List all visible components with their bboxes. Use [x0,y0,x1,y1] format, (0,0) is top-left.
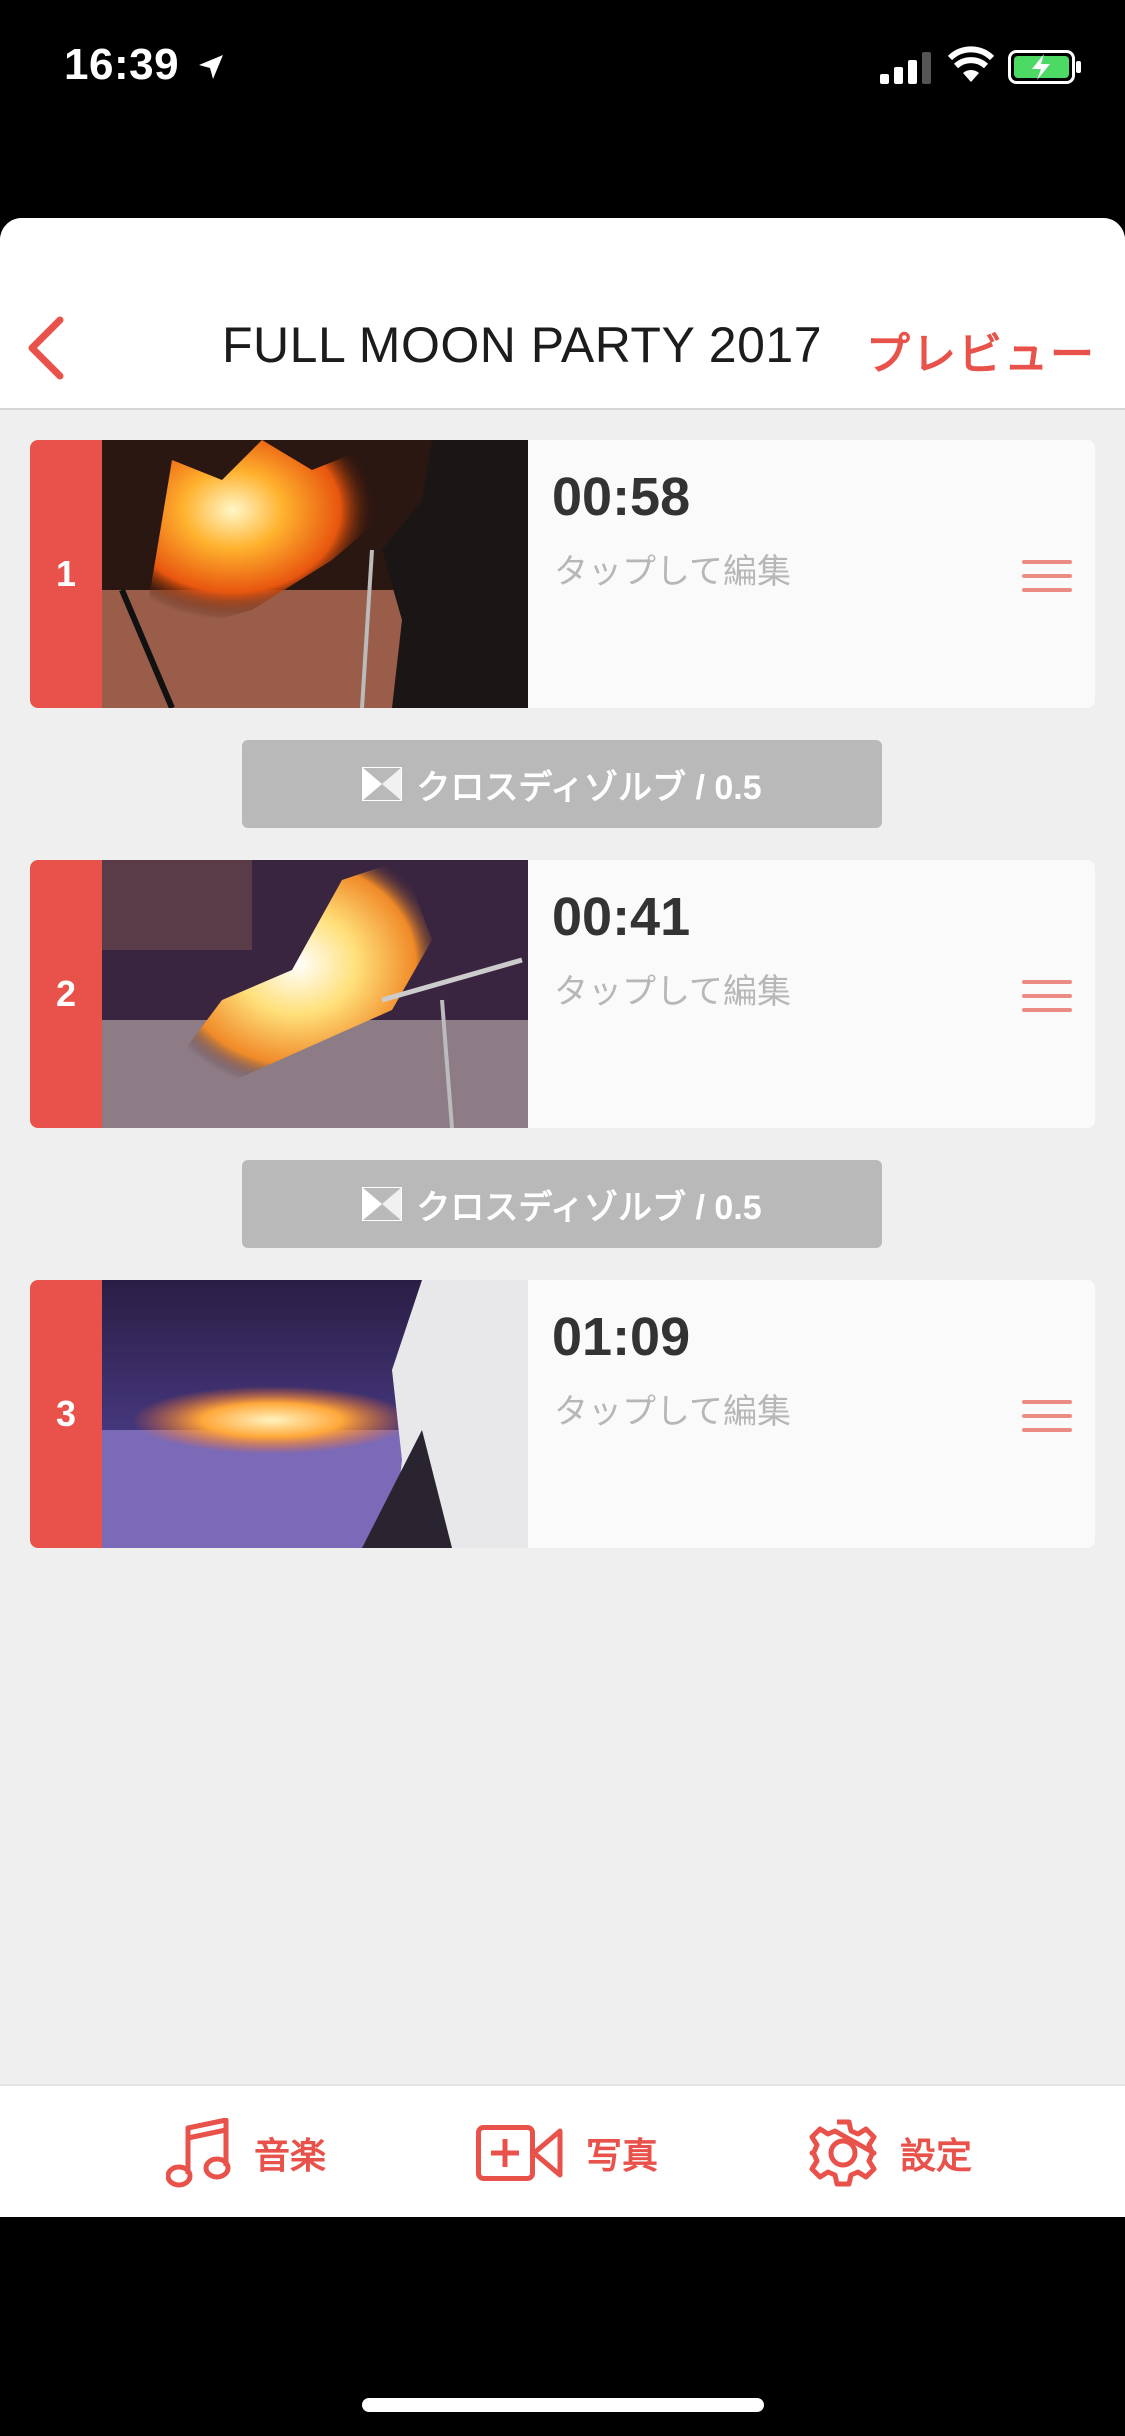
add-photo-button[interactable]: 写真 [476,2086,658,2217]
signal-icon [880,52,931,84]
preview-button[interactable]: プレビュー [866,318,1096,382]
music-note-icon [166,2117,231,2187]
clip-card[interactable]: 1 00:58 タップして編集 [30,440,1095,708]
photo-label: 写真 [586,2134,659,2176]
add-video-icon [476,2124,563,2181]
clip-thumbnail [102,1280,528,1548]
clip-duration: 01:09 [552,1307,691,1367]
music-button[interactable]: 音楽 [166,2086,326,2217]
clip-thumbnail [102,440,528,708]
page-title: FULL MOON PARTY 2017 [222,317,823,373]
drag-handle-icon[interactable] [1022,560,1072,592]
location-arrow-icon [199,55,223,79]
clip-index: 2 [30,860,102,1128]
transition-label: クロスディゾルブ / 0.5 [416,768,762,807]
crossfade-icon [362,1187,403,1221]
nav-bar: FULL MOON PARTY 2017 プレビュー [0,218,1125,410]
clip-thumbnail [102,860,528,1128]
drag-handle-icon[interactable] [1022,980,1072,1012]
status-time: 16:39 [64,40,180,89]
clip-index: 1 [30,440,102,708]
clip-card[interactable]: 2 00:41 タップして編集 [30,860,1095,1128]
settings-label: 設定 [900,2134,973,2176]
drag-handle-icon[interactable] [1022,1400,1072,1432]
crossfade-icon [362,767,403,801]
clip-index: 3 [30,1280,102,1548]
transition-button[interactable]: クロスディゾルブ / 0.5 [242,740,882,828]
wifi-icon [948,46,994,82]
clip-duration: 00:58 [552,467,691,527]
status-bar: 16:39 [0,0,1125,140]
bottom-toolbar: 音楽 写真 設定 [0,2084,1125,2217]
clip-edit-hint: タップして編集 [554,553,791,591]
clip-card[interactable]: 3 01:09 タップして編集 [30,1280,1095,1548]
transition-button[interactable]: クロスディゾルブ / 0.5 [242,1160,882,1248]
battery-charging-icon [1008,50,1081,84]
clip-edit-hint: タップして編集 [554,1393,791,1431]
editor-sheet: FULL MOON PARTY 2017 プレビュー 1 00:58 タップして… [0,218,1125,2217]
settings-button[interactable]: 設定 [808,2086,972,2217]
gear-icon [809,2119,877,2186]
home-indicator [362,2398,764,2412]
clip-duration: 00:41 [552,887,691,947]
back-chevron-icon[interactable] [20,310,72,386]
music-label: 音楽 [254,2134,327,2176]
clip-edit-hint: タップして編集 [554,973,791,1011]
transition-label: クロスディゾルブ / 0.5 [416,1188,762,1227]
